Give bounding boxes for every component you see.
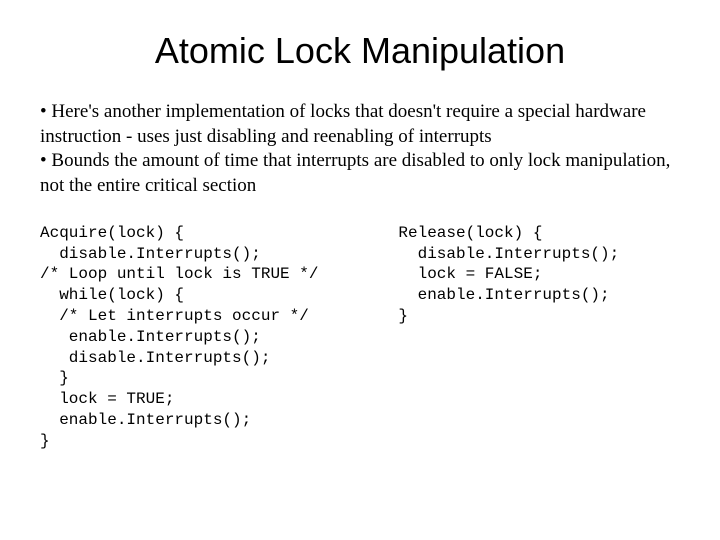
slide-title: Atomic Lock Manipulation — [40, 30, 680, 72]
bullet-item-1: • Here's another implementation of locks… — [40, 100, 680, 149]
code-columns: Acquire(lock) { disable.Interrupts(); /*… — [40, 223, 680, 452]
acquire-code: Acquire(lock) { disable.Interrupts(); /*… — [40, 223, 398, 452]
bullet-item-2: • Bounds the amount of time that interru… — [40, 149, 680, 198]
bullet-list: • Here's another implementation of locks… — [40, 100, 680, 199]
release-code: Release(lock) { disable.Interrupts(); lo… — [398, 223, 680, 452]
